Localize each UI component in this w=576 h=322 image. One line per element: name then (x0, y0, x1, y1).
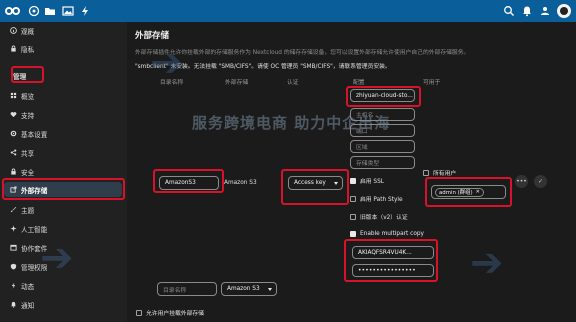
multipart-copy-checkbox[interactable]: Enable multipart copy (350, 231, 424, 237)
avatar[interactable] (557, 4, 571, 18)
checkbox-label: 启用 Path Style (360, 197, 403, 203)
sidebar-item-label: 支持 (21, 111, 35, 120)
share-icon (10, 149, 17, 156)
column-header-configuration: 配置 (353, 80, 365, 86)
highlight-box (153, 169, 224, 193)
column-header-external-storage: 外部存储 (225, 80, 249, 86)
lightning-icon (11, 282, 16, 289)
sidebar-item-label: 隐私 (21, 45, 35, 54)
paintbrush-icon (10, 206, 17, 213)
notifications-icon[interactable] (521, 5, 533, 17)
column-header-authentication: 认证 (287, 80, 299, 86)
sidebar-item-label: 概览 (21, 92, 35, 101)
storage-class-input[interactable]: 存储类型 (350, 156, 415, 169)
highlight-box (11, 66, 44, 83)
sidebar-item-label: 通知 (21, 301, 35, 310)
sidebar-item-label: 观概 (21, 27, 35, 36)
sidebar-item-security[interactable]: 安全 (4, 164, 122, 179)
allow-users-mount-checkbox[interactable]: 允许用户挂载外部存储 (136, 308, 204, 317)
info-icon (10, 27, 17, 34)
sidebar-item-overview[interactable]: 观概 (4, 23, 122, 38)
checkbox-unchecked (350, 213, 356, 220)
lock-icon (11, 168, 16, 175)
files-icon[interactable] (44, 5, 56, 17)
storage-type-label: Amazon S3 (224, 180, 257, 186)
sidebar-item-sharing[interactable]: 共享 (4, 145, 122, 160)
heart-icon (10, 112, 17, 118)
sidebar-item-theming[interactable]: 主题 (4, 202, 122, 217)
sparkle-icon (10, 225, 17, 232)
column-header-available-for: 可用于 (423, 80, 441, 86)
highlight-box (2, 178, 125, 200)
photos-icon[interactable] (62, 5, 74, 17)
all-users-checkbox[interactable]: 所有用户 (423, 168, 456, 177)
add-storage-select-value: Amazon S3 (227, 286, 260, 292)
grid-icon (10, 92, 17, 99)
sidebar-item-label: 基本设置 (21, 130, 48, 139)
highlight-box (425, 177, 512, 207)
ellipsis-icon: ••• (516, 178, 527, 185)
top-bar (0, 0, 576, 22)
shield-icon (10, 263, 17, 270)
watermark-logo: ➔ (470, 240, 506, 286)
sidebar-item-label: 人工智能 (21, 225, 48, 234)
search-icon[interactable] (503, 5, 515, 17)
new-folder-name-input[interactable]: 目录名称 (157, 282, 217, 296)
checkbox-unchecked (423, 169, 429, 176)
enable-ssl-checkbox[interactable]: 启用 SSL (350, 176, 384, 185)
save-configuration-button[interactable]: ✓ (534, 175, 547, 188)
highlight-box (346, 86, 421, 107)
add-storage-select[interactable]: Amazon S3 (221, 282, 277, 296)
checkbox-label: 允许用户挂载外部存储 (146, 311, 204, 317)
highlight-box (281, 169, 349, 205)
sidebar-item-notifications[interactable]: 通知 (4, 297, 122, 312)
checkbox-label: 所有用户 (433, 171, 457, 177)
region-input[interactable]: 区域 (350, 140, 415, 153)
more-options-button[interactable]: ••• (515, 175, 528, 188)
sidebar-item-label: 动态 (21, 282, 35, 291)
chevron-down-icon (268, 288, 272, 291)
sidebar-item-label: 安全 (21, 168, 35, 177)
sidebar-item-label: 共享 (21, 149, 35, 158)
checkbox-label: 启用 SSL (360, 179, 385, 185)
sidebar-item-support[interactable]: 支持 (4, 107, 122, 122)
sidebar-item-label: 主题 (21, 206, 35, 215)
checkmark-icon: ✓ (537, 178, 544, 185)
checkbox-checked (350, 177, 356, 184)
sidebar-item-admin-overview[interactable]: 概览 (4, 88, 122, 103)
sidebar-item-privacy[interactable]: 隐私 (4, 41, 122, 56)
checkbox-unchecked (350, 195, 356, 202)
legacy-auth-checkbox[interactable]: 旧版本（v2）认证 (350, 212, 408, 221)
sidebar-item-ai[interactable]: 人工智能 (4, 221, 122, 236)
contacts-icon[interactable] (539, 5, 551, 17)
sidebar-item-basic-settings[interactable]: 基本设置 (4, 126, 122, 141)
gear-icon (10, 130, 17, 137)
highlight-box (344, 239, 438, 282)
enable-path-style-checkbox[interactable]: 启用 Path Style (350, 194, 403, 203)
checkbox-unchecked (136, 309, 142, 316)
lock-icon (11, 45, 16, 52)
activity-icon[interactable] (79, 5, 91, 17)
calendar-icon (10, 244, 17, 251)
watermark-logo: ➔ (150, 40, 186, 86)
checkbox-checked (350, 231, 356, 237)
watermark-text: 服务跨境电商 助力中企出海 (192, 114, 391, 132)
dashboard-icon[interactable] (28, 5, 40, 17)
watermark-logo: ➔ (40, 235, 76, 281)
bell-icon (11, 301, 16, 308)
nextcloud-logo-icon[interactable] (5, 6, 23, 16)
checkbox-label: 旧版本（v2）认证 (360, 215, 408, 221)
checkbox-label: Enable multipart copy (360, 231, 424, 237)
